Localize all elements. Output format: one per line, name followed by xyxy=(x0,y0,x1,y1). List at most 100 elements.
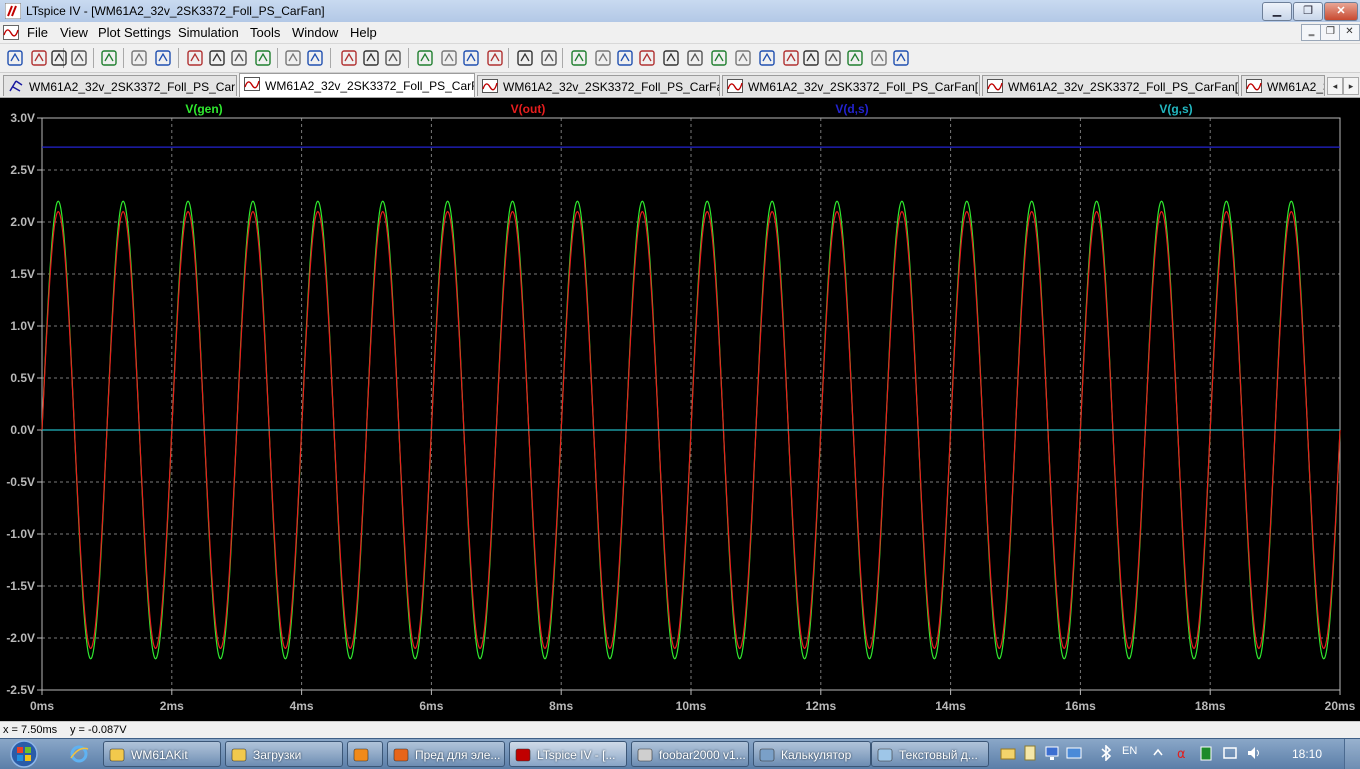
zoom-out-icon[interactable] xyxy=(208,49,226,67)
folder-icon xyxy=(109,747,125,763)
display-tray-icon[interactable] xyxy=(1066,745,1082,761)
maximize-button[interactable]: ❐ xyxy=(1293,2,1323,21)
document-tray-icon[interactable] xyxy=(1022,745,1038,761)
toolbar-separator xyxy=(277,48,278,68)
trace-label-trace-v-out[interactable]: V(out) xyxy=(511,102,546,116)
waveform-plot[interactable]: 0ms 2ms 4ms 6ms 8ms 10ms 12ms 14ms 16ms 18ms 20ms 3… xyxy=(0,98,1360,721)
toolbar-separator xyxy=(508,48,509,68)
diode-icon[interactable] xyxy=(686,49,704,67)
tab-fft[interactable]: WM61A2_32v_2SK3372_Foll_PS_CarFan.fft xyxy=(477,75,720,96)
tab-fft-1[interactable]: WM61A2_32v_2SK3372_Foll_PS_CarFan[1].fft xyxy=(722,75,980,96)
menu-plot-settings[interactable]: Plot Settings xyxy=(98,25,171,40)
taskbar-button[interactable]: Пред для эле... xyxy=(387,741,505,767)
folder-tray-icon[interactable] xyxy=(1000,745,1016,761)
zoom-in-icon[interactable] xyxy=(154,49,172,67)
taskbar-button[interactable] xyxy=(347,741,383,767)
control-panel-icon[interactable] xyxy=(70,49,88,67)
start-button[interactable] xyxy=(4,739,44,769)
run-icon[interactable] xyxy=(100,49,118,67)
drag-icon[interactable] xyxy=(758,49,776,67)
redo-icon[interactable] xyxy=(802,49,820,67)
cursor-y-readout: y = -0.087V xyxy=(70,724,127,736)
tab-fft-2[interactable]: WM61A2_32v_2SK3372_Foll_PS_CarFan[2].fft xyxy=(982,75,1239,96)
autorange-icon[interactable] xyxy=(254,49,272,67)
internet-explorer-icon[interactable] xyxy=(68,744,90,764)
action-center-icon[interactable] xyxy=(1222,745,1238,761)
waveform-icon xyxy=(987,79,1003,93)
mdi-restore-button[interactable]: ❐ xyxy=(1320,24,1341,41)
menu-window[interactable]: Window xyxy=(292,25,338,40)
schematic-icon xyxy=(9,80,23,92)
y-tick-label: -1.0V xyxy=(6,527,35,541)
inductor-icon[interactable] xyxy=(662,49,680,67)
x-tick-label: 8ms xyxy=(549,699,573,713)
pan-icon[interactable] xyxy=(130,49,148,67)
taskbar-button[interactable]: foobar2000 v1... xyxy=(631,741,749,767)
taskbar-button[interactable]: Текстовый д... xyxy=(871,741,989,767)
taskbar-button[interactable]: Калькулятор xyxy=(753,741,871,767)
undo-icon[interactable] xyxy=(782,49,800,67)
text-icon[interactable] xyxy=(870,49,888,67)
menu-tools[interactable]: Tools xyxy=(250,25,280,40)
find-icon[interactable] xyxy=(462,49,480,67)
clock[interactable]: 18:10 xyxy=(1292,747,1322,761)
show-desktop-button[interactable] xyxy=(1344,739,1360,769)
trace-label-trace-v-ds[interactable]: V(d,s) xyxy=(835,102,868,116)
copy-icon[interactable] xyxy=(416,49,434,67)
resistor-icon[interactable] xyxy=(616,49,634,67)
paste-icon[interactable] xyxy=(440,49,458,67)
wire-icon[interactable] xyxy=(540,49,558,67)
waveform-plot-pane[interactable]: 0ms 2ms 4ms 6ms 8ms 10ms 12ms 14ms 16ms 18ms 20ms 3… xyxy=(0,98,1360,721)
tab-partial[interactable]: WM61A2_3 xyxy=(1241,75,1325,96)
rotate-icon[interactable] xyxy=(824,49,842,67)
print-preview-icon[interactable] xyxy=(486,49,504,67)
y-tick-label: 0.0V xyxy=(10,423,35,437)
taskbar-button[interactable]: Загрузки xyxy=(225,741,343,767)
tab-scroll-left-button[interactable]: ◂ xyxy=(1327,77,1343,95)
toolbar-separator xyxy=(123,48,124,68)
menu-view[interactable]: View xyxy=(60,25,88,40)
trace-label-trace-v-gs[interactable]: V(g,s) xyxy=(1159,102,1192,116)
language-indicator[interactable]: EN xyxy=(1122,745,1137,757)
taskbar-button[interactable]: LTspice IV - [... xyxy=(509,741,627,767)
antivirus-tray-icon[interactable]: α xyxy=(1174,745,1190,761)
menu-simulation[interactable]: Simulation xyxy=(178,25,239,40)
print-icon[interactable] xyxy=(516,49,534,67)
tab-scroll-right-button[interactable]: ▸ xyxy=(1343,77,1359,95)
menu-help[interactable]: Help xyxy=(350,25,377,40)
show-hidden-icons-icon[interactable] xyxy=(1150,745,1166,761)
tab-waveform-active[interactable]: WM61A2_32v_2SK3372_Foll_PS_CarFan xyxy=(239,73,475,97)
ground-icon[interactable] xyxy=(570,49,588,67)
move-icon[interactable] xyxy=(734,49,752,67)
grid-icon[interactable] xyxy=(284,49,302,67)
y-tick-label: 2.5V xyxy=(10,163,35,177)
battery-tray-icon[interactable] xyxy=(1198,745,1214,761)
waveform-doc-icon[interactable] xyxy=(3,25,19,40)
tile-horizontal-icon[interactable] xyxy=(362,49,380,67)
trace-label-trace-v-gen[interactable]: V(gen) xyxy=(185,102,222,116)
label-icon[interactable] xyxy=(594,49,612,67)
mirror-icon[interactable] xyxy=(846,49,864,67)
new-schematic-icon[interactable] xyxy=(6,49,24,67)
zoom-cancel-icon[interactable] xyxy=(230,49,248,67)
cut-icon[interactable] xyxy=(384,49,402,67)
menu-file[interactable]: File xyxy=(27,25,48,40)
zoom-area-icon[interactable] xyxy=(186,49,204,67)
y-tick-label: 1.5V xyxy=(10,267,35,281)
bluetooth-tray-icon[interactable] xyxy=(1098,745,1114,761)
open-icon[interactable] xyxy=(30,49,48,67)
save-icon[interactable] xyxy=(50,49,68,67)
component-icon[interactable] xyxy=(710,49,728,67)
tab-schematic[interactable]: WM61A2_32v_2SK3372_Foll_PS_CarFan xyxy=(3,75,237,96)
cascade-icon[interactable] xyxy=(340,49,358,67)
tile-vertical-icon[interactable] xyxy=(306,49,324,67)
network-tray-icon[interactable] xyxy=(1044,745,1060,761)
mdi-minimize-button[interactable]: ‗ xyxy=(1301,24,1322,41)
taskbar-button[interactable]: WM61AKit xyxy=(103,741,221,767)
spice-directive-icon[interactable] xyxy=(892,49,910,67)
mdi-close-button[interactable]: ✕ xyxy=(1339,24,1360,41)
capacitor-icon[interactable] xyxy=(638,49,656,67)
minimize-button[interactable]: ▁ xyxy=(1262,2,1292,21)
volume-icon[interactable] xyxy=(1246,745,1262,761)
close-button[interactable]: ✕ xyxy=(1324,2,1358,21)
